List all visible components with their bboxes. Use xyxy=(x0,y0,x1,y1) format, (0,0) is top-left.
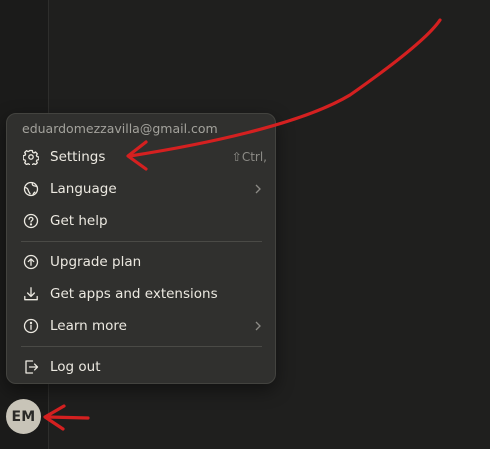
menu-item-get-help[interactable]: Get help xyxy=(13,207,269,235)
menu-divider xyxy=(21,346,262,347)
chevron-right-icon xyxy=(253,183,263,195)
menu-item-settings[interactable]: Settings ⇧Ctrl, xyxy=(13,143,269,171)
settings-shortcut: ⇧Ctrl, xyxy=(231,150,267,164)
log-out-icon xyxy=(23,359,39,375)
menu-item-language[interactable]: Language xyxy=(13,175,269,203)
menu-divider xyxy=(21,241,262,242)
menu-item-upgrade-plan-label: Upgrade plan xyxy=(50,254,142,270)
chevron-right-icon xyxy=(253,320,263,332)
gear-icon xyxy=(23,149,39,165)
info-circle-icon xyxy=(23,318,39,334)
menu-item-upgrade-plan[interactable]: Upgrade plan xyxy=(13,248,269,276)
annotation-arrow-avatar xyxy=(46,415,90,420)
arrow-up-circle-icon xyxy=(23,254,39,270)
question-circle-icon xyxy=(23,213,39,229)
menu-item-get-help-label: Get help xyxy=(50,213,108,229)
menu-item-log-out-label: Log out xyxy=(50,359,101,375)
menu-item-get-apps-label: Get apps and extensions xyxy=(50,286,218,302)
menu-item-learn-more-label: Learn more xyxy=(50,318,127,334)
menu-item-learn-more[interactable]: Learn more xyxy=(13,312,269,340)
account-email: eduardomezzavilla@gmail.com xyxy=(22,121,218,136)
menu-item-settings-label: Settings xyxy=(50,149,106,165)
globe-icon xyxy=(23,181,39,197)
menu-item-language-label: Language xyxy=(50,181,117,197)
app-window: eduardomezzavilla@gmail.com Settings ⇧Ct… xyxy=(0,0,490,449)
menu-item-log-out[interactable]: Log out xyxy=(13,353,269,381)
avatar[interactable]: EM xyxy=(6,399,41,434)
menu-item-get-apps[interactable]: Get apps and extensions xyxy=(13,280,269,308)
account-menu: eduardomezzavilla@gmail.com Settings ⇧Ct… xyxy=(6,113,276,384)
download-icon xyxy=(23,286,39,302)
